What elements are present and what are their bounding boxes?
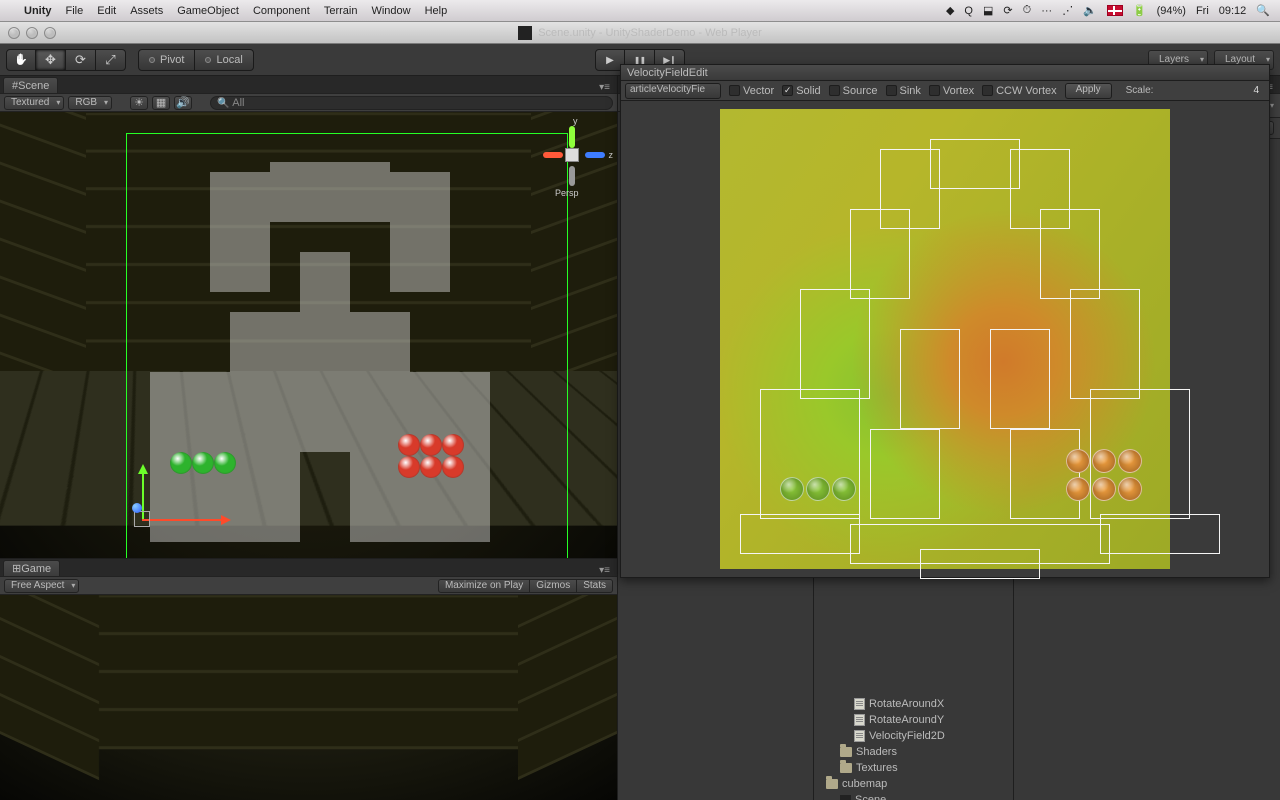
project-item[interactable]: Textures (816, 760, 1011, 776)
wifi-icon[interactable]: ⋰ (1062, 4, 1073, 17)
scene-pane: # Scene ▾≡ Textured RGB ☀ ▦ 🔊 🔍 All (0, 76, 617, 558)
game-tab-label: Game (21, 563, 51, 575)
scene-audio-toggle[interactable]: 🔊 (174, 96, 192, 110)
vfe-vector-checkbox[interactable]: Vector (729, 85, 774, 97)
transform-tools (6, 49, 126, 71)
folder-icon (826, 779, 838, 789)
menu-edit[interactable]: Edit (97, 5, 116, 17)
space-indicator-icon (205, 57, 211, 63)
vfe-scale-value[interactable]: 4 (1253, 85, 1259, 96)
maximize-on-play-toggle[interactable]: Maximize on Play (438, 579, 530, 593)
game-aspect-dropdown[interactable]: Free Aspect (4, 579, 79, 593)
project-item[interactable]: VelocityField2D (816, 728, 1011, 744)
menubar-extra-icon[interactable]: ··· (1041, 5, 1052, 17)
transform-gizmo[interactable] (120, 467, 230, 558)
pivot-toggle-button[interactable]: Pivot (138, 49, 195, 71)
stats-toggle[interactable]: Stats (577, 579, 613, 593)
scene-channel-dropdown[interactable]: RGB (68, 96, 112, 110)
menu-assets[interactable]: Assets (130, 5, 163, 17)
menubar-extra-icon[interactable]: ⏱ (1023, 4, 1032, 17)
scale-icon (105, 52, 115, 68)
play-icon (606, 54, 614, 66)
space-label: Local (216, 54, 242, 66)
spotlight-icon[interactable]: 🔍 (1256, 4, 1270, 17)
hand-tool-button[interactable] (6, 49, 36, 71)
clock-time[interactable]: 09:12 (1219, 5, 1247, 17)
menu-gameobject[interactable]: GameObject (177, 5, 239, 17)
vfe-apply-button[interactable]: Apply (1065, 83, 1112, 99)
vfe-sink-checkbox[interactable]: Sink (886, 85, 921, 97)
app-name[interactable]: Unity (24, 5, 52, 17)
window-title: Scene.unity - UnityShaderDemo - Web Play… (538, 27, 762, 39)
scene-tab[interactable]: # Scene (3, 77, 58, 93)
battery-icon[interactable]: 🔋 (1133, 4, 1147, 17)
project-item[interactable]: Scene (816, 792, 1011, 800)
input-source-flag-icon[interactable] (1107, 5, 1123, 16)
scene-icon (840, 795, 851, 800)
folder-icon (840, 763, 852, 773)
rotate-tool-button[interactable] (66, 49, 96, 71)
menu-help[interactable]: Help (425, 5, 448, 17)
game-viewport[interactable] (0, 595, 617, 800)
window-minimize-button[interactable] (26, 27, 38, 39)
menu-terrain[interactable]: Terrain (324, 5, 358, 17)
rotate-icon (75, 52, 86, 68)
velocity-field-editor-window[interactable]: VelocityFieldEdit articleVelocityFie Vec… (620, 64, 1270, 578)
pivot-indicator-icon (149, 57, 155, 63)
script-icon (854, 698, 865, 710)
script-icon (854, 730, 865, 742)
scale-tool-button[interactable] (96, 49, 126, 71)
vfe-scale-label: Scale: (1126, 85, 1154, 96)
scene-tab-label: Scene (18, 80, 49, 92)
space-toggle-button[interactable]: Local (195, 49, 253, 71)
move-icon (45, 52, 56, 68)
volume-icon[interactable]: 🔈 (1083, 4, 1097, 17)
vfe-source-checkbox[interactable]: Source (829, 85, 878, 97)
project-item[interactable]: Shaders (816, 744, 1011, 760)
sync-icon[interactable]: ⟳ (1003, 4, 1012, 17)
pivot-label: Pivot (160, 54, 184, 66)
pane-options-icon[interactable]: ▾≡ (595, 565, 614, 576)
macos-menubar: Unity File Edit Assets GameObject Compon… (0, 0, 1280, 22)
window-close-button[interactable] (8, 27, 20, 39)
vfe-vortex-checkbox[interactable]: Vortex (929, 85, 974, 97)
game-tab-icon: ⊞ (12, 562, 21, 575)
game-tab[interactable]: ⊞ Game (3, 560, 60, 576)
pane-options-icon[interactable]: ▾≡ (595, 82, 614, 93)
move-tool-button[interactable] (36, 49, 66, 71)
gizmos-toggle[interactable]: Gizmos (530, 579, 577, 593)
folder-icon (840, 747, 852, 757)
project-item[interactable]: RotateAroundY (816, 712, 1011, 728)
static-dropdown-icon[interactable]: ▾ (1270, 101, 1274, 110)
unity-app-icon (518, 26, 532, 40)
vfe-solid-checkbox[interactable]: Solid (782, 85, 820, 97)
hand-icon (14, 53, 28, 66)
clock-day[interactable]: Fri (1196, 5, 1209, 17)
vfe-target-dropdown[interactable]: articleVelocityFie (625, 83, 721, 99)
vfe-canvas[interactable] (720, 109, 1170, 569)
menu-file[interactable]: File (66, 5, 84, 17)
menu-component[interactable]: Component (253, 5, 310, 17)
dropbox-icon[interactable]: ⬓ (983, 4, 993, 17)
script-icon (854, 714, 865, 726)
game-pane: ⊞ Game ▾≡ Free Aspect Maximize on Play G… (0, 558, 617, 800)
window-traffic-lights[interactable] (8, 27, 56, 39)
scene-orientation-gizmo[interactable]: y z Persp (543, 126, 603, 186)
battery-percent: (94%) (1157, 5, 1186, 17)
vfe-titlebar[interactable]: VelocityFieldEdit (621, 65, 1269, 81)
scene-light-toggle[interactable]: ☀ (130, 96, 148, 110)
scene-shading-dropdown[interactable]: Textured (4, 96, 64, 110)
menu-window[interactable]: Window (371, 5, 410, 17)
menubar-extra-icon[interactable]: Q (964, 5, 973, 17)
menubar-extra-icon[interactable]: ◆ (946, 4, 954, 17)
scene-search-input[interactable]: 🔍 All (210, 96, 613, 110)
window-titlebar[interactable]: Scene.unity - UnityShaderDemo - Web Play… (0, 22, 1280, 44)
project-item[interactable]: RotateAroundX (816, 696, 1011, 712)
window-zoom-button[interactable] (44, 27, 56, 39)
scene-viewport[interactable]: y z Persp (0, 112, 617, 558)
project-item[interactable]: cubemap (816, 776, 1011, 792)
vfe-ccw-vortex-checkbox[interactable]: CCW Vortex (982, 85, 1057, 97)
scene-fx-toggle[interactable]: ▦ (152, 96, 170, 110)
